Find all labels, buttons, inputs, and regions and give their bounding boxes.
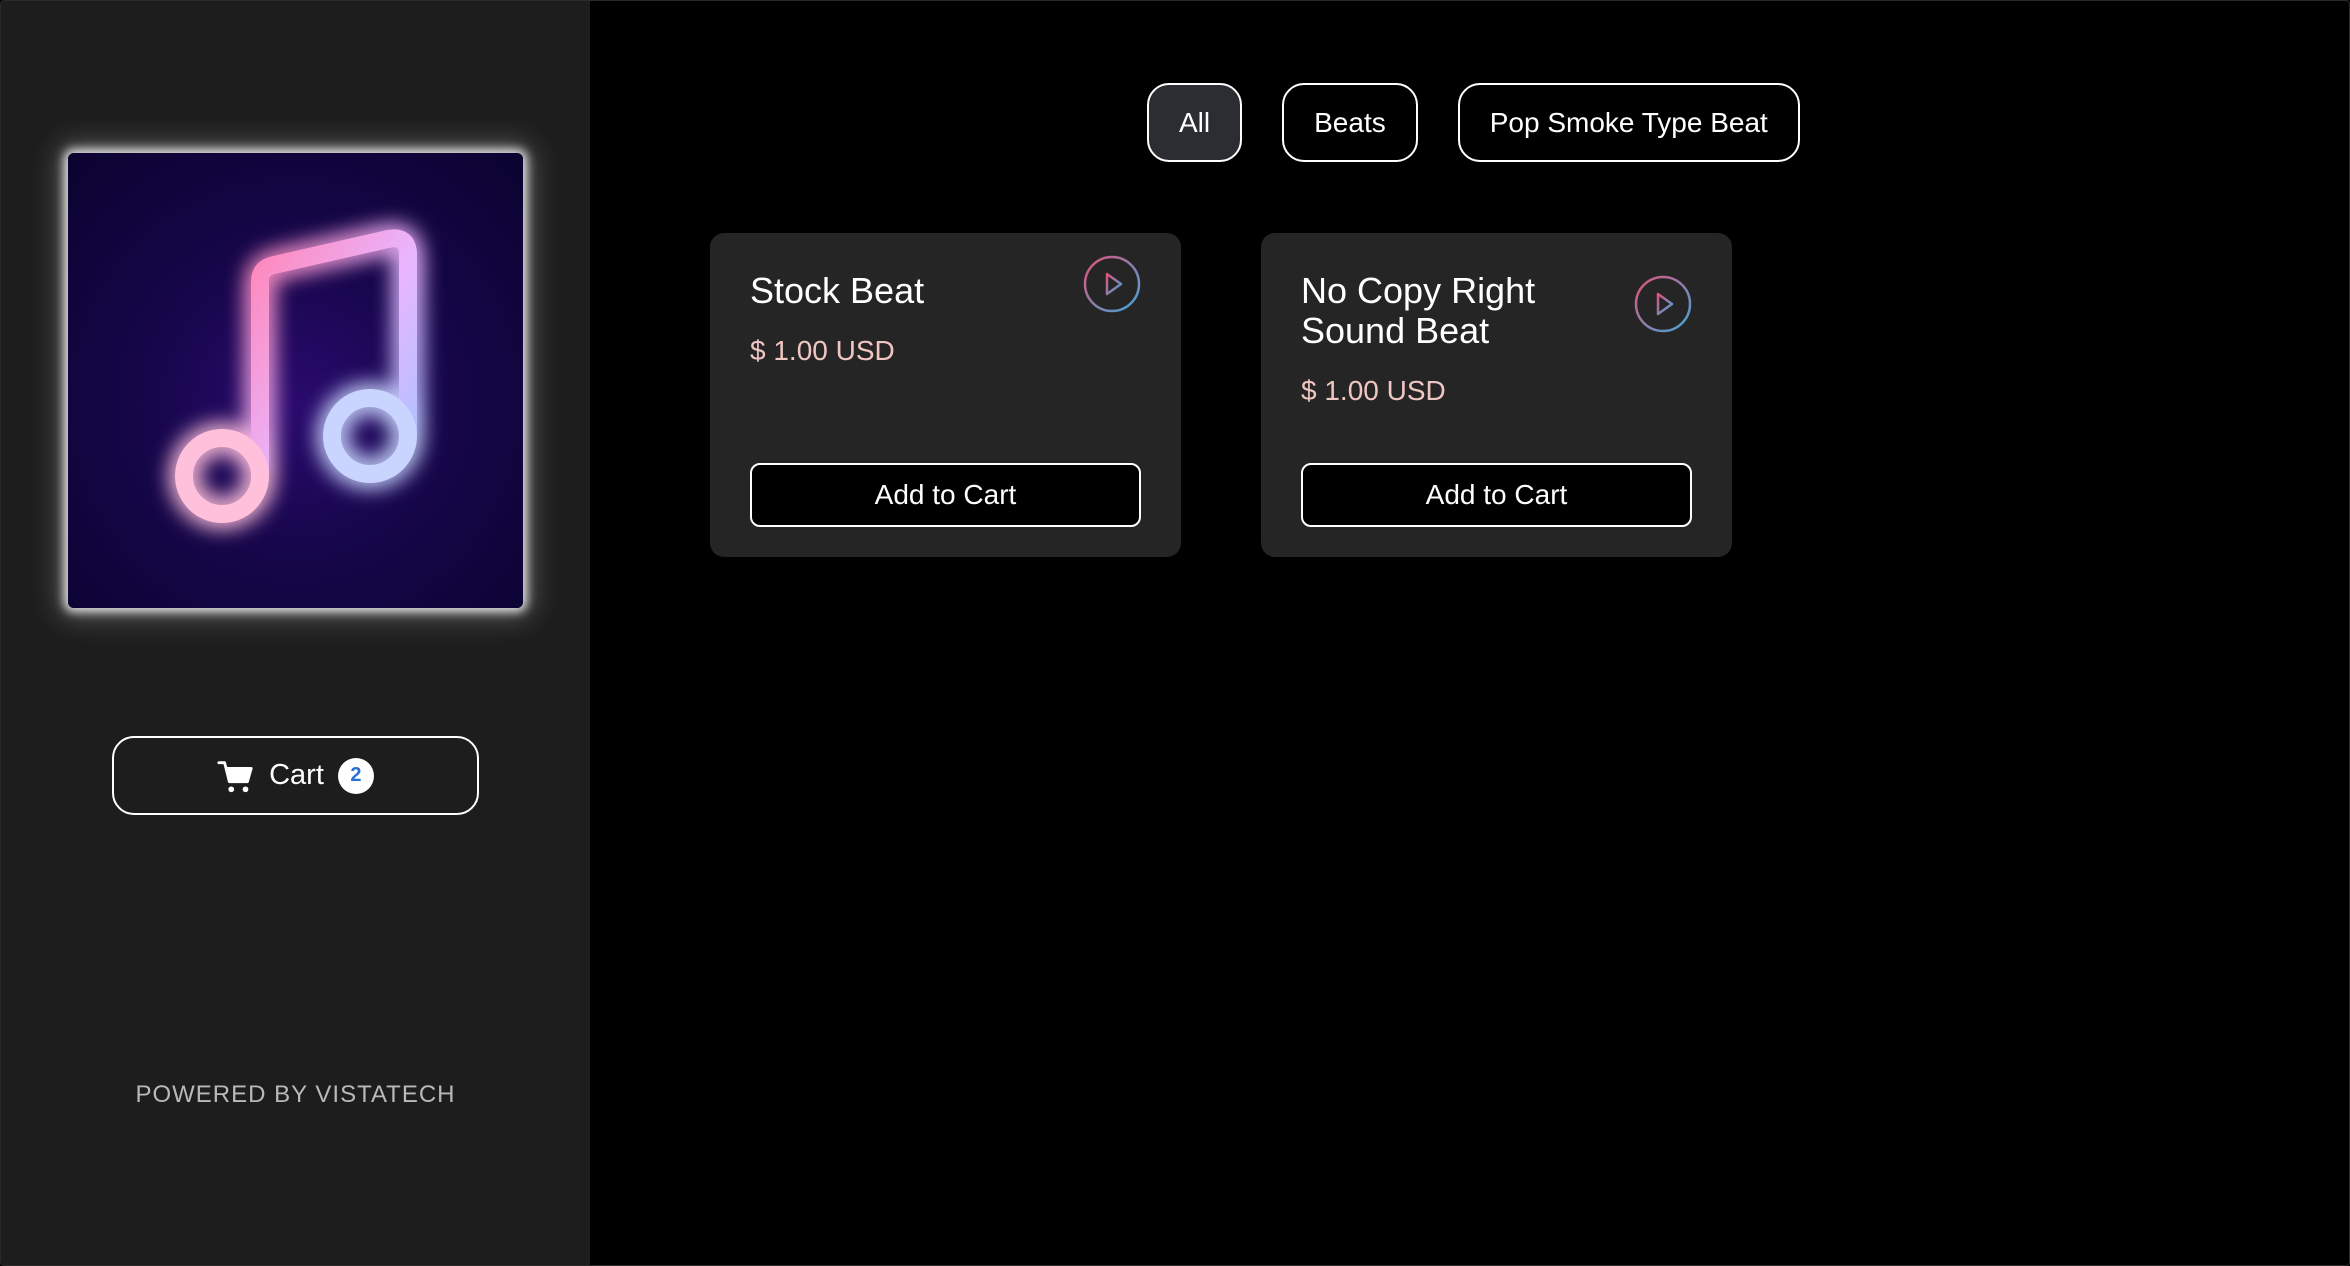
category-filters: All Beats Pop Smoke Type Beat	[1147, 83, 1800, 162]
app-window: Cart 2 POWERED BY VISTATECH All Beats Po…	[0, 0, 2350, 1266]
play-button[interactable]	[1634, 275, 1692, 333]
cart-icon	[217, 757, 255, 795]
play-icon	[1634, 275, 1692, 333]
play-icon	[1083, 255, 1141, 313]
product-price: $ 1.00 USD	[1301, 375, 1446, 406]
product-card: Stock Beat $ 1.00 USD Add to Cart	[710, 233, 1181, 557]
product-price: $ 1.00 USD	[750, 335, 895, 366]
product-card: No Copy Right Sound Beat $ 1.00 USD Add …	[1261, 233, 1732, 557]
music-note-icon	[175, 229, 417, 523]
cart-count-badge: 2	[337, 757, 374, 794]
powered-by-label: POWERED BY VISTATECH	[135, 1081, 456, 1108]
cart-label: Cart	[269, 759, 324, 791]
album-artwork	[68, 153, 523, 608]
product-title: No Copy Right Sound Beat	[1301, 270, 1536, 351]
add-to-cart-button[interactable]: Add to Cart	[1301, 463, 1692, 527]
add-to-cart-button[interactable]: Add to Cart	[750, 463, 1141, 527]
play-button[interactable]	[1083, 255, 1141, 313]
sidebar: Cart 2 POWERED BY VISTATECH	[1, 1, 590, 1265]
filter-all[interactable]: All	[1147, 83, 1243, 162]
filter-beats[interactable]: Beats	[1282, 83, 1418, 162]
product-title: Stock Beat	[750, 270, 925, 311]
cart-button[interactable]: Cart 2	[112, 736, 479, 815]
filter-pop-smoke-type-beat[interactable]: Pop Smoke Type Beat	[1457, 83, 1800, 162]
